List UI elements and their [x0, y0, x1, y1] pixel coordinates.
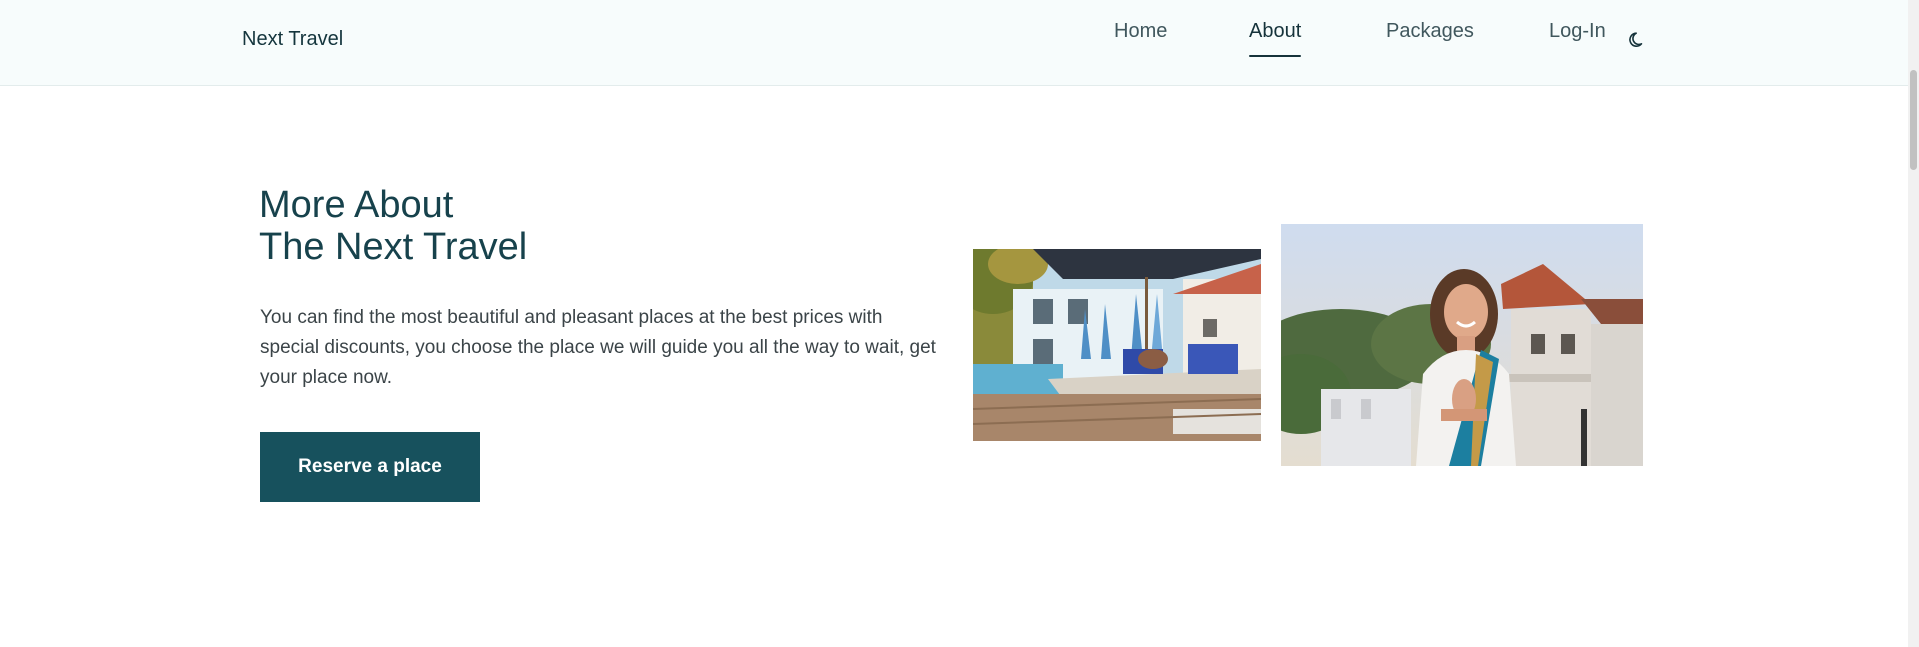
about-title-line-2: The Next Travel [259, 226, 528, 268]
scrollbar-thumb[interactable] [1910, 70, 1917, 170]
page-scrollbar[interactable] [1908, 0, 1919, 647]
nav-login[interactable]: Log-In [1549, 18, 1606, 44]
brand-logo[interactable]: Next Travel [242, 28, 343, 51]
nav-about[interactable]: About [1249, 18, 1302, 57]
active-nav-underline [1249, 55, 1302, 57]
nav-about-label: About [1249, 20, 1302, 42]
about-description: You can find the most beautiful and plea… [260, 307, 936, 388]
reserve-place-button[interactable]: Reserve a place [260, 432, 480, 502]
resort-pool-photo [973, 249, 1261, 441]
moon-icon [1629, 32, 1643, 47]
about-title-line-1: More About [259, 184, 454, 226]
nav-home[interactable]: Home [1114, 18, 1167, 44]
woman-temple-photo [1281, 224, 1643, 466]
about-title: More About The Next Travel [259, 184, 527, 268]
site-header: Next Travel Home About Packages Log-In [0, 0, 1908, 86]
nav-packages[interactable]: Packages [1386, 18, 1474, 44]
theme-toggle-button[interactable] [1628, 30, 1648, 50]
